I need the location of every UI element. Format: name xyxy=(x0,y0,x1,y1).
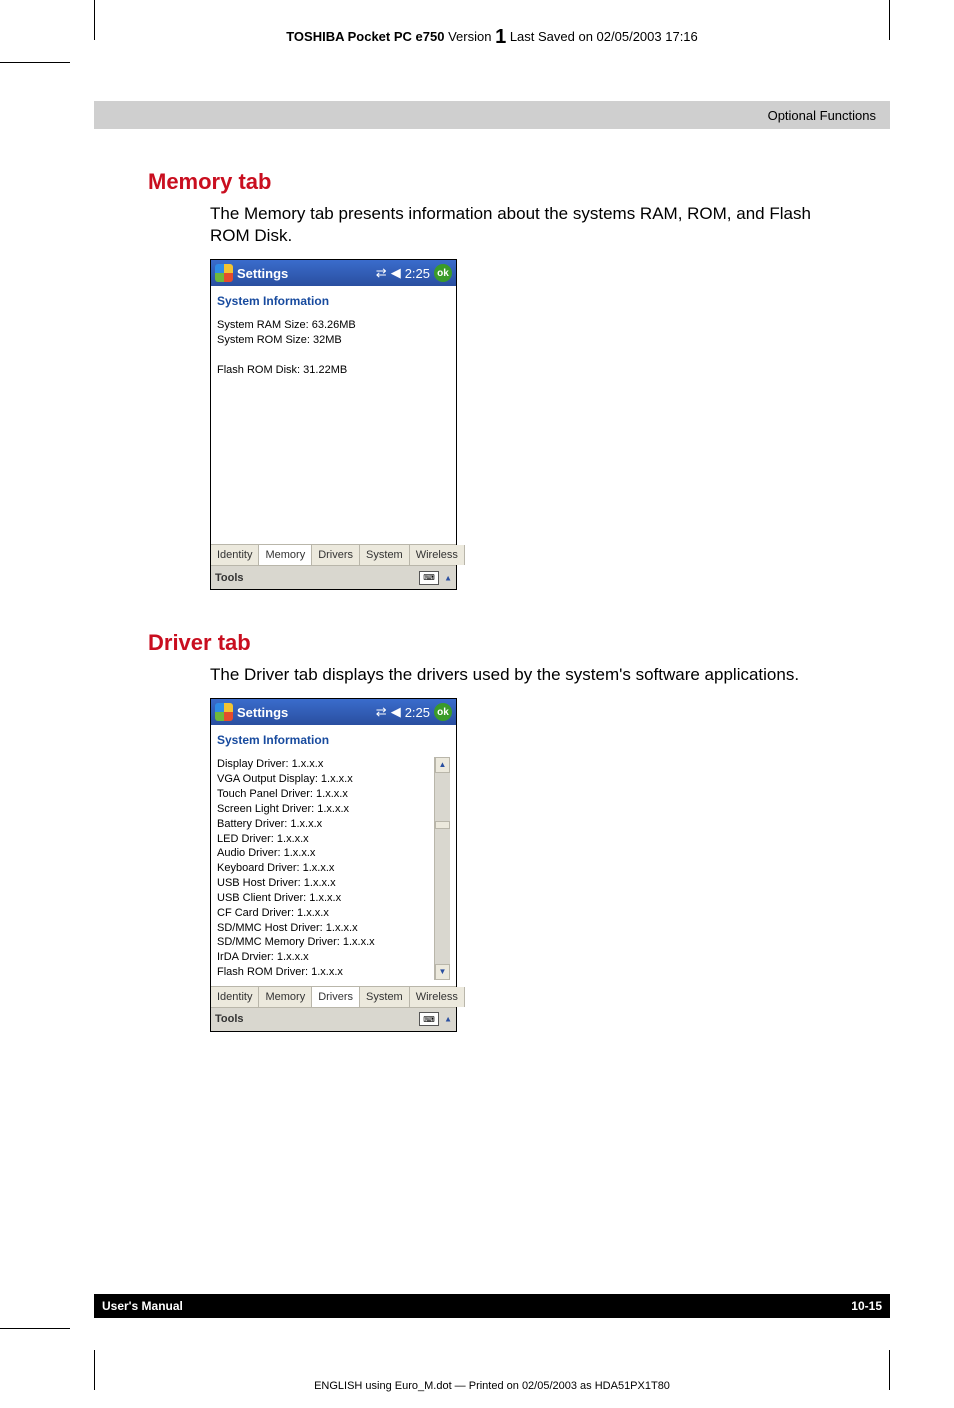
driver-line: Flash ROM Driver: 1.x.x.x xyxy=(217,965,434,980)
tab-wireless[interactable]: Wireless xyxy=(410,987,465,1007)
titlebar: Settings ⇄ ◀ 2:25 ok xyxy=(211,699,456,725)
tab-wireless[interactable]: Wireless xyxy=(410,545,465,565)
drivers-info: Display Driver: 1.x.x.x VGA Output Displ… xyxy=(211,753,456,986)
driver-line: Display Driver: 1.x.x.x xyxy=(217,757,434,772)
memory-info: System RAM Size: 63.26MB System ROM Size… xyxy=(211,314,456,544)
tab-memory[interactable]: Memory xyxy=(259,987,312,1007)
driver-line: USB Client Driver: 1.x.x.x xyxy=(217,891,434,906)
tab-identity[interactable]: Identity xyxy=(211,545,259,565)
driver-line: Audio Driver: 1.x.x.x xyxy=(217,846,434,861)
crop-mark xyxy=(0,62,70,63)
scroll-up-icon[interactable]: ▲ xyxy=(435,757,450,773)
clock-text: 2:25 xyxy=(405,266,430,281)
ok-button[interactable]: ok xyxy=(434,703,452,721)
menu-up-icon[interactable]: ▲ xyxy=(444,573,452,582)
desc-memory-tab: The Memory tab presents information abou… xyxy=(210,203,820,247)
tab-memory[interactable]: Memory xyxy=(259,545,312,565)
start-icon[interactable] xyxy=(215,703,233,721)
driver-line: VGA Output Display: 1.x.x.x xyxy=(217,772,434,787)
info-line xyxy=(217,348,450,363)
menu-up-icon[interactable]: ▲ xyxy=(444,1015,452,1024)
keyboard-icon[interactable]: ⌨ xyxy=(419,571,439,585)
tools-menu[interactable]: Tools xyxy=(215,572,244,584)
driver-line: USB Host Driver: 1.x.x.x xyxy=(217,876,434,891)
tab-drivers[interactable]: Drivers xyxy=(312,545,360,565)
speaker-icon[interactable]: ◀ xyxy=(391,704,401,720)
page-header: TOSHIBA Pocket PC e750 Version 1 Last Sa… xyxy=(94,20,890,59)
screenshot-memory: Settings ⇄ ◀ 2:25 ok System Information … xyxy=(210,259,457,590)
tabs: Identity Memory Drivers System Wireless xyxy=(211,544,456,565)
driver-line: Touch Panel Driver: 1.x.x.x xyxy=(217,787,434,802)
window-title: Settings xyxy=(237,266,376,281)
driver-line: SD/MMC Memory Driver: 1.x.x.x xyxy=(217,935,434,950)
driver-line: Battery Driver: 1.x.x.x xyxy=(217,817,434,832)
scroll-down-icon[interactable]: ▼ xyxy=(435,964,450,980)
driver-line: CF Card Driver: 1.x.x.x xyxy=(217,906,434,921)
tabs: Identity Memory Drivers System Wireless xyxy=(211,986,456,1007)
tab-system[interactable]: System xyxy=(360,545,410,565)
connectivity-icon[interactable]: ⇄ xyxy=(376,704,387,720)
panel-title: System Information xyxy=(211,286,456,314)
speaker-icon[interactable]: ◀ xyxy=(391,265,401,281)
footer-note: ENGLISH using Euro_M.dot — Printed on 02… xyxy=(94,1380,890,1392)
menubar: Tools ⌨ ▲ xyxy=(211,1007,456,1031)
footer-manual: User's Manual xyxy=(102,1299,183,1313)
panel-title: System Information xyxy=(211,725,456,753)
footer-bar: User's Manual 10-15 xyxy=(94,1294,890,1318)
heading-driver-tab: Driver tab xyxy=(148,630,890,656)
tab-identity[interactable]: Identity xyxy=(211,987,259,1007)
driver-line: Keyboard Driver: 1.x.x.x xyxy=(217,861,434,876)
tab-drivers[interactable]: Drivers xyxy=(312,987,360,1007)
driver-line: Screen Light Driver: 1.x.x.x xyxy=(217,802,434,817)
tools-menu[interactable]: Tools xyxy=(215,1013,244,1025)
tab-system[interactable]: System xyxy=(360,987,410,1007)
version-number: 1 xyxy=(495,26,506,48)
desc-driver-tab: The Driver tab displays the drivers used… xyxy=(210,664,820,686)
saved-timestamp: Last Saved on 02/05/2003 17:16 xyxy=(510,29,698,44)
scroll-track[interactable] xyxy=(435,773,450,964)
screenshot-drivers: Settings ⇄ ◀ 2:25 ok System Information … xyxy=(210,698,457,1032)
clock-text: 2:25 xyxy=(405,705,430,720)
crop-mark xyxy=(0,1328,70,1329)
driver-line: LED Driver: 1.x.x.x xyxy=(217,832,434,847)
product-name: TOSHIBA Pocket PC e750 xyxy=(286,29,444,44)
section-band: Optional Functions xyxy=(94,101,890,129)
heading-memory-tab: Memory tab xyxy=(148,169,890,195)
start-icon[interactable] xyxy=(215,264,233,282)
connectivity-icon[interactable]: ⇄ xyxy=(376,265,387,281)
keyboard-icon[interactable]: ⌨ xyxy=(419,1012,439,1026)
version-label: Version xyxy=(448,29,491,44)
info-line: Flash ROM Disk: 31.22MB xyxy=(217,363,450,378)
driver-line: IrDA Drvier: 1.x.x.x xyxy=(217,950,434,965)
menubar: Tools ⌨ ▲ xyxy=(211,565,456,589)
driver-line: SD/MMC Host Driver: 1.x.x.x xyxy=(217,921,434,936)
scrollbar[interactable]: ▲ ▼ xyxy=(434,757,450,980)
info-line: System ROM Size: 32MB xyxy=(217,333,450,348)
ok-button[interactable]: ok xyxy=(434,264,452,282)
scroll-thumb[interactable] xyxy=(435,821,450,829)
info-line: System RAM Size: 63.26MB xyxy=(217,318,450,333)
section-band-text: Optional Functions xyxy=(768,108,876,123)
window-title: Settings xyxy=(237,705,376,720)
footer-page: 10-15 xyxy=(851,1299,882,1313)
titlebar: Settings ⇄ ◀ 2:25 ok xyxy=(211,260,456,286)
